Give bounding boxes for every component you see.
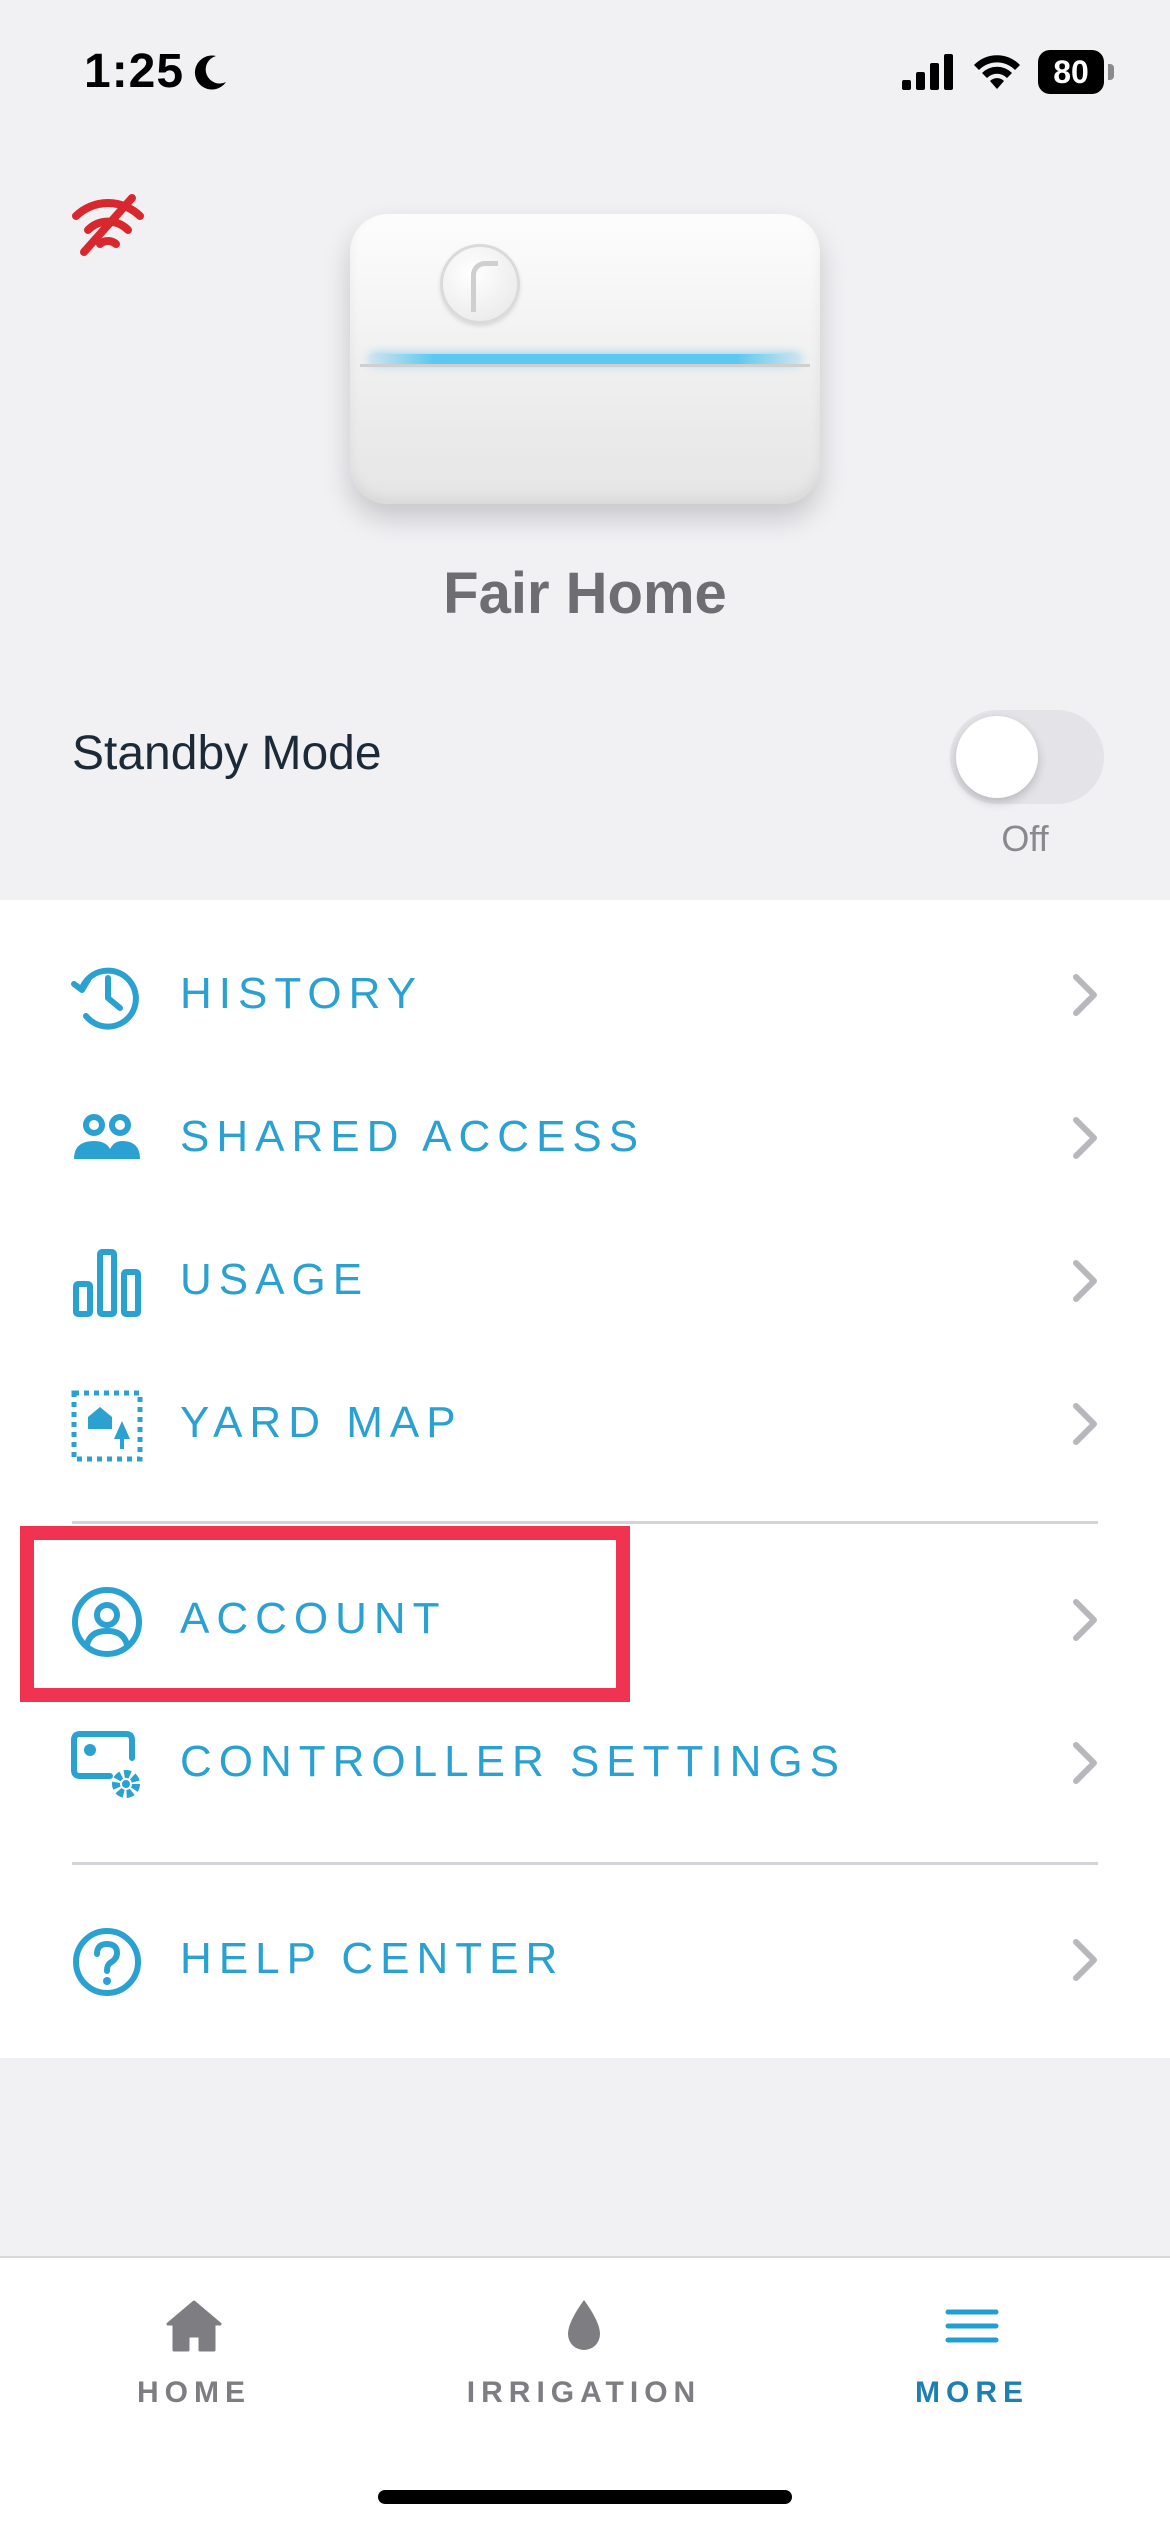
tab-label: IRRIGATION [466, 2376, 702, 2409]
moon-icon [194, 55, 226, 90]
menu-label: HELP CENTER [180, 1934, 565, 1983]
menu-item-help-center[interactable]: HELP CENTER [0, 1890, 1170, 2030]
chevron-right-icon [1073, 1403, 1097, 1445]
standby-mode-toggle[interactable] [950, 710, 1104, 804]
hamburger-menu-icon [945, 2309, 999, 2343]
controller-gear-icon [71, 1731, 140, 1798]
cellular-signal-icon [902, 54, 953, 90]
tab-home[interactable]: HOME [44, 2298, 344, 2458]
bar-chart-icon [73, 1249, 141, 1317]
standby-mode-state: Off [1001, 818, 1049, 859]
status-time: 1:25 [84, 45, 185, 98]
menu-label: YARD MAP [180, 1398, 463, 1447]
wifi-off-icon[interactable] [70, 192, 146, 258]
people-icon [74, 1114, 140, 1159]
history-icon [71, 967, 139, 1030]
menu-label: USAGE [180, 1255, 370, 1304]
battery-level: 80 [1038, 50, 1104, 94]
device-knob [440, 244, 520, 324]
highlight-box [20, 1526, 630, 1702]
chevron-right-icon [1073, 1939, 1097, 1981]
battery-icon: 80 [1038, 50, 1114, 94]
menu-divider [72, 1862, 1098, 1865]
controller-name: Fair Home [443, 561, 727, 626]
menu-item-yard-map[interactable]: YARD MAP [0, 1354, 1170, 1494]
tab-label: HOME [137, 2376, 251, 2409]
wifi-icon [974, 55, 1020, 89]
tab-label: MORE [915, 2376, 1029, 2409]
menu-item-usage[interactable]: USAGE [0, 1211, 1170, 1351]
chevron-right-icon [1073, 1599, 1097, 1641]
menu-item-history[interactable]: HISTORY [0, 925, 1170, 1065]
house-icon [166, 2300, 222, 2352]
home-indicator [378, 2490, 792, 2504]
water-drop-icon [568, 2300, 600, 2350]
chevron-right-icon [1073, 1742, 1097, 1784]
question-circle-icon [73, 1928, 141, 1996]
tab-irrigation[interactable]: IRRIGATION [434, 2298, 734, 2458]
toggle-knob [956, 716, 1038, 798]
chevron-right-icon [1073, 1117, 1097, 1159]
standby-mode-label: Standby Mode [72, 727, 382, 780]
menu-label: HISTORY [180, 969, 423, 1018]
menu-item-shared-access[interactable]: SHARED ACCESS [0, 1068, 1170, 1208]
tab-more[interactable]: MORE [822, 2298, 1122, 2458]
menu-label: CONTROLLER SETTINGS [180, 1737, 846, 1786]
menu-divider [72, 1521, 1098, 1524]
status-icons: 80 [902, 50, 1114, 94]
chevron-right-icon [1073, 974, 1097, 1016]
status-bar: 1:25 80 [0, 0, 1170, 150]
menu-item-controller-settings[interactable]: CONTROLLER SETTINGS [0, 1693, 1170, 1833]
chevron-right-icon [1073, 1260, 1097, 1302]
device-led-strip [370, 354, 800, 364]
yard-map-icon [71, 1390, 143, 1462]
menu-label: SHARED ACCESS [180, 1112, 646, 1161]
controller-device-image [350, 214, 820, 504]
